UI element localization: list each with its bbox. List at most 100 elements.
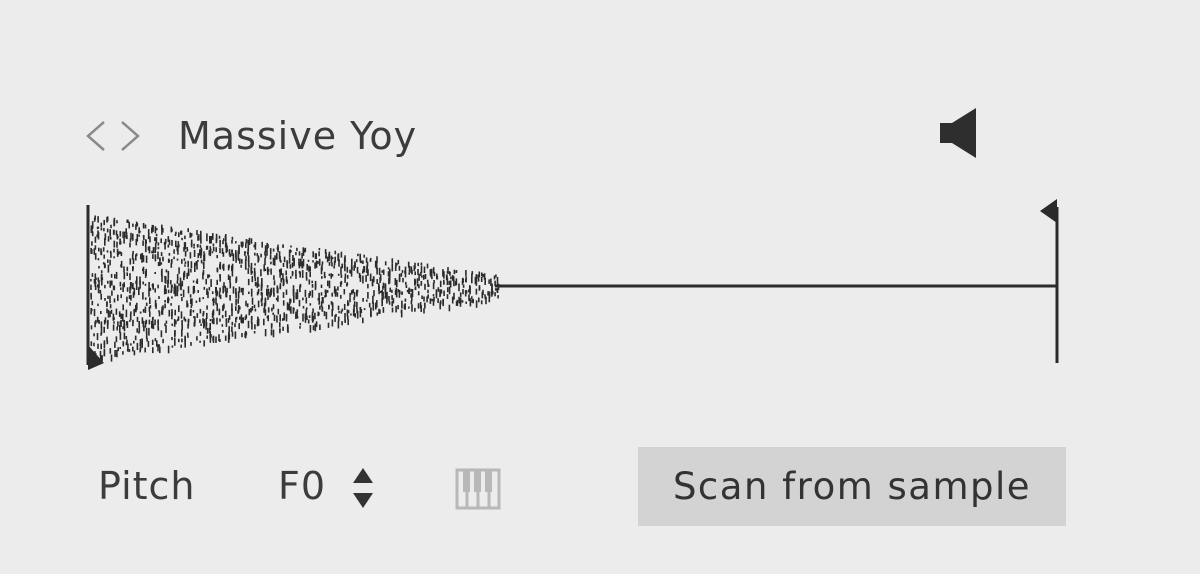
- waveform-dot: [325, 311, 328, 320]
- waveform-dot: [192, 280, 195, 283]
- waveform-dot: [315, 262, 318, 268]
- waveform-dot: [193, 246, 195, 249]
- waveform-dot: [123, 236, 125, 244]
- waveform-dot: [491, 286, 493, 295]
- waveform-dot: [253, 304, 256, 308]
- waveform-dot: [174, 233, 177, 236]
- scan-from-sample-button[interactable]: Scan from sample: [638, 447, 1066, 526]
- waveform-dot: [231, 236, 234, 240]
- waveform-dot: [331, 292, 333, 297]
- waveform-dot: [222, 252, 225, 257]
- waveform-dot: [131, 253, 134, 260]
- waveform-dot: [104, 284, 106, 289]
- waveform-dot: [94, 253, 97, 260]
- waveform-dot: [163, 241, 166, 245]
- waveform-dot: [234, 331, 237, 339]
- waveform-dot: [369, 277, 372, 282]
- waveform-dot: [200, 230, 202, 237]
- waveform-dot: [216, 267, 219, 272]
- waveform-dot: [296, 247, 298, 252]
- waveform-dot: [363, 308, 366, 311]
- waveform-dot: [90, 325, 93, 330]
- waveform-dot: [270, 329, 273, 336]
- waveform-dot: [151, 317, 154, 324]
- waveform-dot: [95, 319, 97, 324]
- waveform-dot: [391, 289, 393, 293]
- waveform-dot: [154, 272, 156, 274]
- waveform-dot: [248, 291, 250, 294]
- waveform-dot: [125, 232, 128, 239]
- waveform-dot: [451, 296, 454, 304]
- waveform-dot: [145, 319, 148, 325]
- waveform-dot: [119, 251, 121, 255]
- speaker-icon[interactable]: [938, 106, 980, 160]
- waveform-dot: [130, 282, 132, 286]
- waveform-dot: [190, 261, 193, 269]
- waveform-dot: [94, 245, 97, 250]
- waveform-dot: [347, 319, 349, 326]
- waveform-dot: [171, 296, 173, 299]
- waveform-dot: [482, 289, 484, 295]
- waveform-dot: [125, 342, 128, 346]
- waveform-dot: [110, 252, 112, 258]
- waveform-dot: [219, 274, 221, 282]
- waveform-dot: [326, 290, 329, 293]
- waveform-dot: [287, 326, 289, 333]
- waveform-dot: [163, 288, 166, 295]
- waveform-dot: [298, 299, 301, 307]
- waveform-dot: [164, 300, 166, 303]
- waveform-dot: [333, 260, 336, 266]
- waveform-dot: [282, 263, 285, 267]
- chevron-left-icon[interactable]: [82, 118, 110, 154]
- waveform-dot: [124, 231, 126, 238]
- stepper-icon[interactable]: [348, 464, 378, 512]
- waveform-dot: [253, 267, 256, 276]
- waveform-dot: [171, 345, 174, 348]
- waveform-dot: [462, 278, 464, 283]
- waveform-dot: [193, 290, 196, 293]
- waveform-dot: [269, 248, 272, 255]
- waveform-dot: [110, 273, 113, 278]
- waveform-dot: [103, 228, 105, 232]
- waveform-display[interactable]: [80, 195, 1070, 375]
- waveform-dot: [388, 275, 391, 281]
- waveform-dot: [374, 260, 377, 268]
- waveform-dot: [427, 282, 429, 287]
- waveform-dot: [307, 259, 310, 262]
- waveform-dot: [256, 291, 259, 296]
- pitch-value[interactable]: F0: [278, 462, 326, 510]
- waveform-dot: [116, 241, 118, 248]
- waveform-dot: [431, 298, 433, 302]
- waveform-dot: [110, 224, 112, 229]
- waveform-dot: [143, 325, 145, 332]
- waveform-dot: [100, 293, 102, 300]
- waveform-dot: [279, 322, 281, 328]
- waveform-dot: [167, 345, 170, 354]
- waveform-dot: [157, 262, 160, 267]
- waveform-dot: [450, 276, 452, 280]
- waveform-dot: [411, 304, 413, 312]
- chevron-right-icon[interactable]: [116, 118, 144, 154]
- waveform-dot: [209, 236, 211, 244]
- waveform-dot: [417, 262, 419, 267]
- waveform-dot: [282, 278, 285, 287]
- waveform-dot: [203, 286, 206, 290]
- waveform-dot: [126, 296, 128, 303]
- waveform-dot: [162, 257, 164, 262]
- waveform-dot: [93, 342, 95, 347]
- waveform-dot: [181, 324, 183, 331]
- waveform-dot: [100, 343, 102, 350]
- waveform-dot: [328, 273, 331, 276]
- waveform-dot: [344, 263, 346, 272]
- waveform-dot: [129, 313, 132, 321]
- waveform-dot: [298, 251, 301, 256]
- piano-keys-icon[interactable]: [454, 464, 502, 512]
- waveform-dot: [97, 232, 100, 240]
- waveform-dot: [190, 239, 193, 248]
- waveform-dot: [331, 309, 333, 317]
- waveform-dot: [145, 268, 147, 276]
- waveform-dot: [170, 280, 172, 285]
- waveform-dot: [280, 268, 282, 276]
- waveform-dot: [103, 262, 106, 269]
- waveform-dot: [134, 335, 137, 341]
